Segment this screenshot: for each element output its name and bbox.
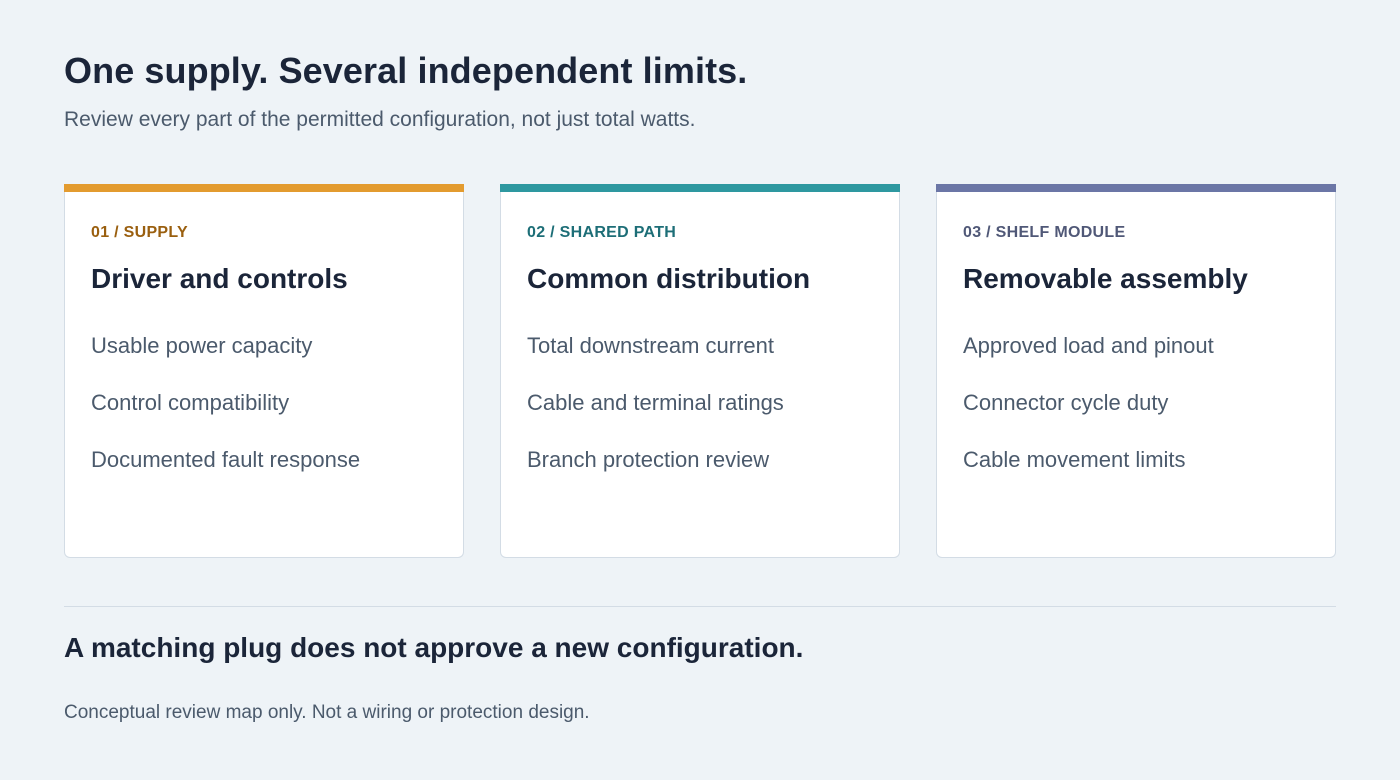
review-map: One supply. Several independent limits. … [64,0,1336,780]
page-subtitle: Review every part of the permitted confi… [64,108,696,131]
card-item: Usable power capacity [91,333,313,358]
card-shelf-module: 03 / SHELF MODULE Removable assembly App… [936,184,1336,558]
card-title: Driver and controls [91,263,348,294]
card-shared-path: 02 / SHARED PATH Common distribution Tot… [500,184,900,558]
card-item-list: Total downstream current Cable and termi… [527,332,784,503]
card-item: Cable movement limits [963,447,1186,472]
card-item: Control compatibility [91,390,290,415]
card-item: Connector cycle duty [963,390,1169,415]
card-eyebrow: 02 / SHARED PATH [527,224,677,241]
key-statement: A matching plug does not approve a new c… [64,632,804,663]
card-title: Removable assembly [963,263,1248,294]
card-item: Documented fault response [91,447,361,472]
card-supply: 01 / SUPPLY Driver and controls Usable p… [64,184,464,558]
page-title: One supply. Several independent limits. [64,50,748,91]
card-accent-bar [500,184,900,192]
section-divider [64,606,1336,607]
footnote: Conceptual review map only. Not a wiring… [64,702,590,723]
card-accent-bar [936,184,1336,192]
card-accent-bar [64,184,464,192]
card-item-list: Approved load and pinout Connector cycle… [963,332,1214,503]
card-eyebrow: 01 / SUPPLY [91,224,188,241]
card-row: 01 / SUPPLY Driver and controls Usable p… [64,184,1336,558]
card-title: Common distribution [527,263,811,294]
card-item-list: Usable power capacity Control compatibil… [91,332,360,503]
card-item: Approved load and pinout [963,333,1214,358]
card-eyebrow: 03 / SHELF MODULE [963,224,1126,241]
card-item: Cable and terminal ratings [527,390,784,415]
card-item: Branch protection review [527,447,770,472]
card-item: Total downstream current [527,333,774,358]
